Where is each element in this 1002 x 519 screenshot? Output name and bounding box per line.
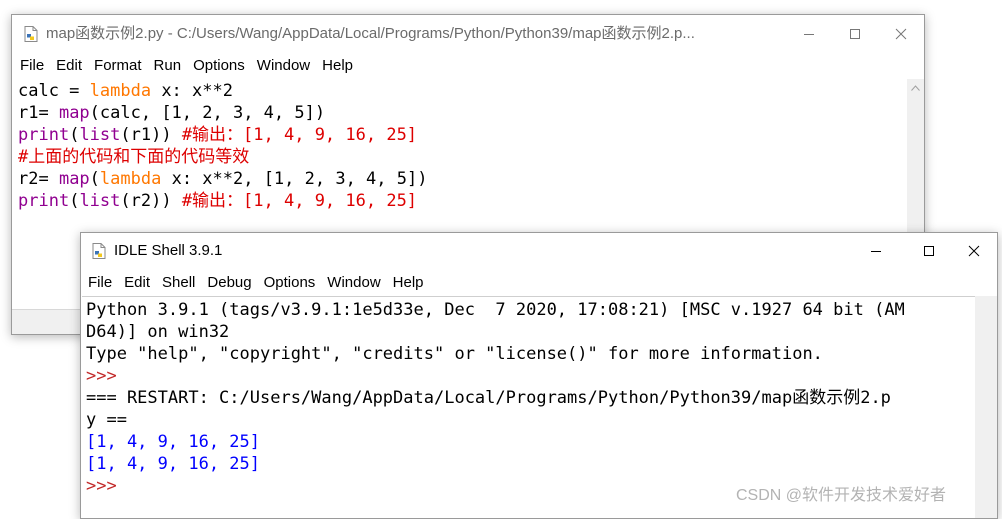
- editor-code-line: #上面的代码和下面的代码等效: [18, 146, 427, 168]
- scroll-up-arrow-icon[interactable]: [907, 79, 924, 96]
- shell-menu-help[interactable]: Help: [387, 270, 430, 296]
- shell-code-line: >>>: [86, 365, 905, 387]
- editor-code-line: print(list(r2)) #输出：[1, 4, 9, 16, 25]: [18, 190, 427, 212]
- shell-code-line: === RESTART: C:/Users/Wang/AppData/Local…: [86, 387, 905, 409]
- editor-code-token: calc =: [18, 81, 90, 101]
- shell-title: IDLE Shell 3.9.1: [114, 242, 223, 259]
- editor-menu-edit[interactable]: Edit: [50, 53, 88, 79]
- editor-code-token: (: [69, 125, 80, 145]
- editor-code-token: map: [58, 169, 90, 189]
- shell-code-token: Python 3.9.1 (tags/v3.9.1:1e5d33e, Dec 7…: [86, 300, 905, 320]
- shell-menu-window[interactable]: Window: [321, 270, 386, 296]
- editor-close-button[interactable]: [878, 15, 924, 53]
- shell-code-token: [1, 4, 9, 16, 25]: [86, 454, 260, 474]
- shell-menu-file[interactable]: File: [82, 270, 118, 296]
- editor-menu-file[interactable]: File: [14, 53, 50, 79]
- editor-menu-window[interactable]: Window: [251, 53, 316, 79]
- shell-output: Python 3.9.1 (tags/v3.9.1:1e5d33e, Dec 7…: [86, 299, 905, 497]
- shell-code-line: y ==: [86, 409, 905, 431]
- editor-code-line: print(list(r1)) #输出：[1, 4, 9, 16, 25]: [18, 124, 427, 146]
- editor-titlebar[interactable]: map函数示例2.py - C:/Users/Wang/AppData/Loca…: [12, 15, 924, 53]
- shell-code-token: Type "help", "copyright", "credits" or "…: [86, 344, 823, 364]
- editor-code-token: map: [58, 103, 90, 123]
- close-icon: [895, 28, 907, 40]
- editor-code-token: (r2)): [120, 191, 182, 211]
- shell-window: IDLE Shell 3.9.1 File Edit Shell Debug Optio…: [80, 232, 998, 519]
- editor-code-token: print: [18, 191, 70, 211]
- shell-code-token: [1, 4, 9, 16, 25]: [86, 432, 260, 452]
- python-file-icon: [24, 26, 38, 42]
- shell-code-token: D64)] on win32: [86, 322, 230, 342]
- shell-close-button[interactable]: [951, 233, 997, 269]
- editor-code-line: r1= map(calc, [1, 2, 3, 4, 5]): [18, 102, 427, 124]
- maximize-icon: [924, 246, 934, 256]
- shell-code-token: === RESTART: C:/Users/Wang/AppData/Local…: [86, 388, 891, 408]
- editor-code-token: lambda: [89, 81, 152, 101]
- shell-titlebar[interactable]: IDLE Shell 3.9.1: [81, 233, 997, 269]
- editor-code-token: #上面的代码和下面的代码等效: [18, 147, 250, 167]
- editor-code-token: #输出：[1, 4, 9, 16, 25]: [181, 125, 418, 145]
- shell-code-token: >>>: [86, 366, 117, 386]
- python-shell-icon: [92, 243, 106, 259]
- maximize-icon: [850, 29, 860, 39]
- editor-code-token: list: [79, 191, 121, 211]
- shell-code-token: >>>: [86, 476, 117, 496]
- editor-menu-run[interactable]: Run: [148, 53, 188, 79]
- shell-menu-options[interactable]: Options: [258, 270, 322, 296]
- minimize-icon: [871, 251, 881, 252]
- editor-code-token: (calc, [1, 2, 3, 4, 5]): [89, 103, 326, 123]
- editor-code-token: #输出：[1, 4, 9, 16, 25]: [181, 191, 418, 211]
- editor-code-token: list: [79, 125, 121, 145]
- editor-minimize-button[interactable]: [786, 15, 832, 53]
- editor-code-token: r2=: [18, 169, 59, 189]
- editor-menu-format[interactable]: Format: [88, 53, 148, 79]
- editor-title: map函数示例2.py - C:/Users/Wang/AppData/Loca…: [46, 25, 695, 42]
- shell-maximize-button[interactable]: [906, 233, 952, 269]
- editor-menu-help[interactable]: Help: [316, 53, 359, 79]
- shell-code-token: y ==: [86, 410, 127, 430]
- editor-code-token: x: x**2, [1, 2, 3, 4, 5]): [161, 169, 428, 189]
- editor-menubar: File Edit Format Run Options Window Help: [12, 53, 924, 79]
- editor-code-token: r1=: [18, 103, 59, 123]
- shell-code-line: [1, 4, 9, 16, 25]: [86, 431, 905, 453]
- editor-maximize-button[interactable]: [832, 15, 878, 53]
- shell-code-line: [1, 4, 9, 16, 25]: [86, 453, 905, 475]
- editor-code-token: print: [18, 125, 70, 145]
- minimize-icon: [804, 34, 814, 35]
- editor-code-token: lambda: [99, 169, 162, 189]
- editor-code-token: (r1)): [120, 125, 182, 145]
- shell-menu-shell[interactable]: Shell: [156, 270, 201, 296]
- close-icon: [968, 245, 980, 257]
- shell-minimize-button[interactable]: [853, 233, 899, 269]
- editor-menu-options[interactable]: Options: [187, 53, 251, 79]
- editor-code-line: r2= map(lambda x: x**2, [1, 2, 3, 4, 5]): [18, 168, 427, 190]
- editor-code-line: calc = lambda x: x**2: [18, 80, 427, 102]
- editor-code-token: (: [89, 169, 100, 189]
- shell-menu-edit[interactable]: Edit: [118, 270, 156, 296]
- editor-code-area[interactable]: calc = lambda x: x**2 r1= map(calc, [1, 2…: [18, 80, 427, 212]
- shell-code-line: D64)] on win32: [86, 321, 905, 343]
- shell-menubar: File Edit Shell Debug Options Window Help: [81, 270, 997, 296]
- shell-code-line: Type "help", "copyright", "credits" or "…: [86, 343, 905, 365]
- shell-menu-debug[interactable]: Debug: [201, 270, 257, 296]
- shell-code-line: Python 3.9.1 (tags/v3.9.1:1e5d33e, Dec 7…: [86, 299, 905, 321]
- shell-vertical-scrollbar[interactable]: [975, 296, 997, 518]
- editor-code-token: (: [69, 191, 80, 211]
- watermark: CSDN @软件开发技术爱好者: [736, 487, 947, 504]
- editor-code-token: x: x**2: [151, 81, 233, 101]
